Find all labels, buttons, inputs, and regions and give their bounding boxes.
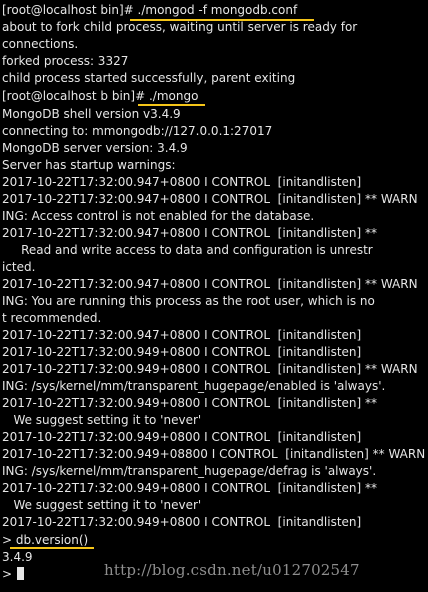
terminal-line: Read and write access to data and config… — [2, 243, 373, 257]
terminal-line: ING: /sys/kernel/mm/transparent_hugepage… — [2, 464, 377, 478]
terminal-line: child process started successfully, pare… — [2, 71, 296, 85]
terminal-window[interactable]: [root@localhost bin]# ./mongod -f mongod… — [0, 0, 428, 592]
terminal-line: 2017-10-22T17:32:00.947+0800 I CONTROL [… — [2, 175, 362, 189]
terminal-line: ING: /sys/kernel/mm/transparent_hugepage… — [2, 379, 386, 393]
terminal-line: connections. — [2, 37, 79, 51]
terminal-line: MongoDB shell version v3.4.9 — [2, 107, 181, 121]
terminal-prompt-line[interactable]: > — [2, 566, 24, 583]
terminal-line: forked process: 3327 — [2, 54, 129, 68]
terminal-line: 2017-10-22T17:32:00.947+0800 I CONTROL [… — [2, 328, 362, 342]
prompt-symbol: > — [2, 567, 13, 581]
terminal-line: MongoDB server version: 3.4.9 — [2, 141, 188, 155]
terminal-line: 2017-10-22T17:32:00.949+0800 I CONTROL [… — [2, 345, 362, 359]
terminal-line: We suggest setting it to 'never' — [2, 413, 202, 427]
terminal-line-output-version: 3.4.9 — [2, 550, 33, 564]
watermark-url: http://blog.csdn.net/u012702547 — [104, 561, 360, 579]
terminal-line: 2017-10-22T17:32:00.949+0800 I CONTROL [… — [2, 362, 418, 376]
terminal-line: icted. — [2, 260, 36, 274]
terminal-line: 2017-10-22T17:32:00.949+0800 I CONTROL [… — [2, 515, 362, 529]
terminal-line: connecting to: mmongodb://127.0.0.1:2701… — [2, 124, 273, 138]
terminal-line-command-mongo: [root@localhost b bin]# ./mongo — [2, 89, 199, 103]
text-cursor — [16, 567, 24, 580]
terminal-line: about to fork child process, waiting unt… — [2, 20, 358, 34]
terminal-line: Server has startup warnings: — [2, 158, 176, 172]
terminal-line: 2017-10-22T17:32:00.947+0800 I CONTROL [… — [2, 192, 418, 206]
terminal-line: 2017-10-22T17:32:00.949+08800 I CONTROL … — [2, 447, 426, 461]
terminal-line: We suggest setting it to 'never' — [2, 498, 202, 512]
terminal-line: ING: You are running this process as the… — [2, 294, 375, 308]
terminal-line: 2017-10-22T17:32:00.949+0800 I CONTROL [… — [2, 430, 362, 444]
terminal-line: 2017-10-22T17:32:00.947+0800 I CONTROL [… — [2, 277, 418, 291]
terminal-line: 2017-10-22T17:32:00.947+0800 I CONTROL [… — [2, 226, 378, 240]
terminal-line: t recommended. — [2, 311, 102, 325]
terminal-line: 2017-10-22T17:32:00.949+0800 I CONTROL [… — [2, 481, 378, 495]
terminal-line: 2017-10-22T17:32:00.949+0800 I CONTROL [… — [2, 396, 378, 410]
terminal-line: ING: Access control is not enabled for t… — [2, 209, 315, 223]
terminal-line-command-mongod: [root@localhost bin]# ./mongod -f mongod… — [2, 3, 298, 17]
